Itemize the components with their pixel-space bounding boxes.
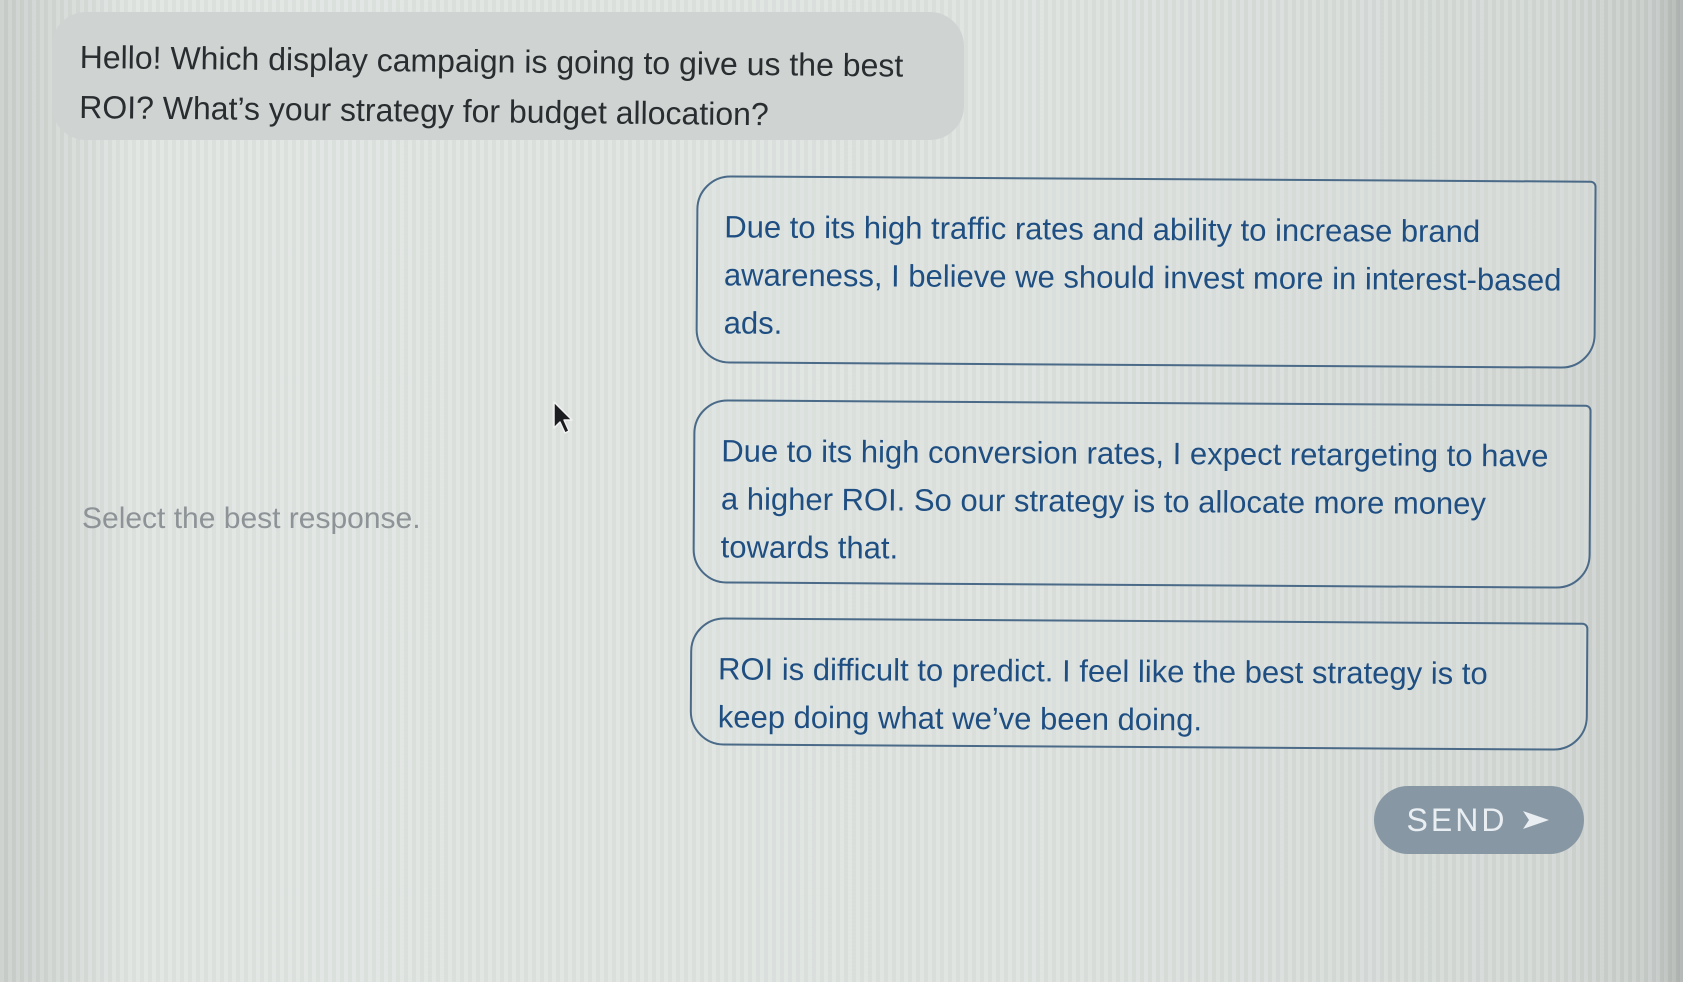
question-bubble: Hello! Which display campaign is going t…	[52, 12, 964, 140]
question-text: Hello! Which display campaign is going t…	[79, 38, 904, 133]
response-option-3-text: ROI is difficult to predict. I feel like…	[717, 651, 1488, 738]
response-option-2-text: Due to its high conversion rates, I expe…	[720, 433, 1549, 566]
response-option-3[interactable]: ROI is difficult to predict. I feel like…	[689, 617, 1589, 751]
select-response-label: Select the best response.	[82, 502, 421, 535]
send-arrow-icon	[1523, 811, 1550, 829]
response-option-1[interactable]: Due to its high traffic rates and abilit…	[695, 175, 1597, 369]
response-option-2[interactable]: Due to its high conversion rates, I expe…	[692, 399, 1592, 589]
send-button-label: SEND	[1406, 801, 1508, 838]
send-button[interactable]: SEND	[1374, 786, 1584, 854]
response-option-1-text: Due to its high traffic rates and abilit…	[723, 209, 1562, 341]
mouse-pointer-icon	[553, 401, 573, 434]
screen-edge-shadow	[1655, 0, 1683, 982]
